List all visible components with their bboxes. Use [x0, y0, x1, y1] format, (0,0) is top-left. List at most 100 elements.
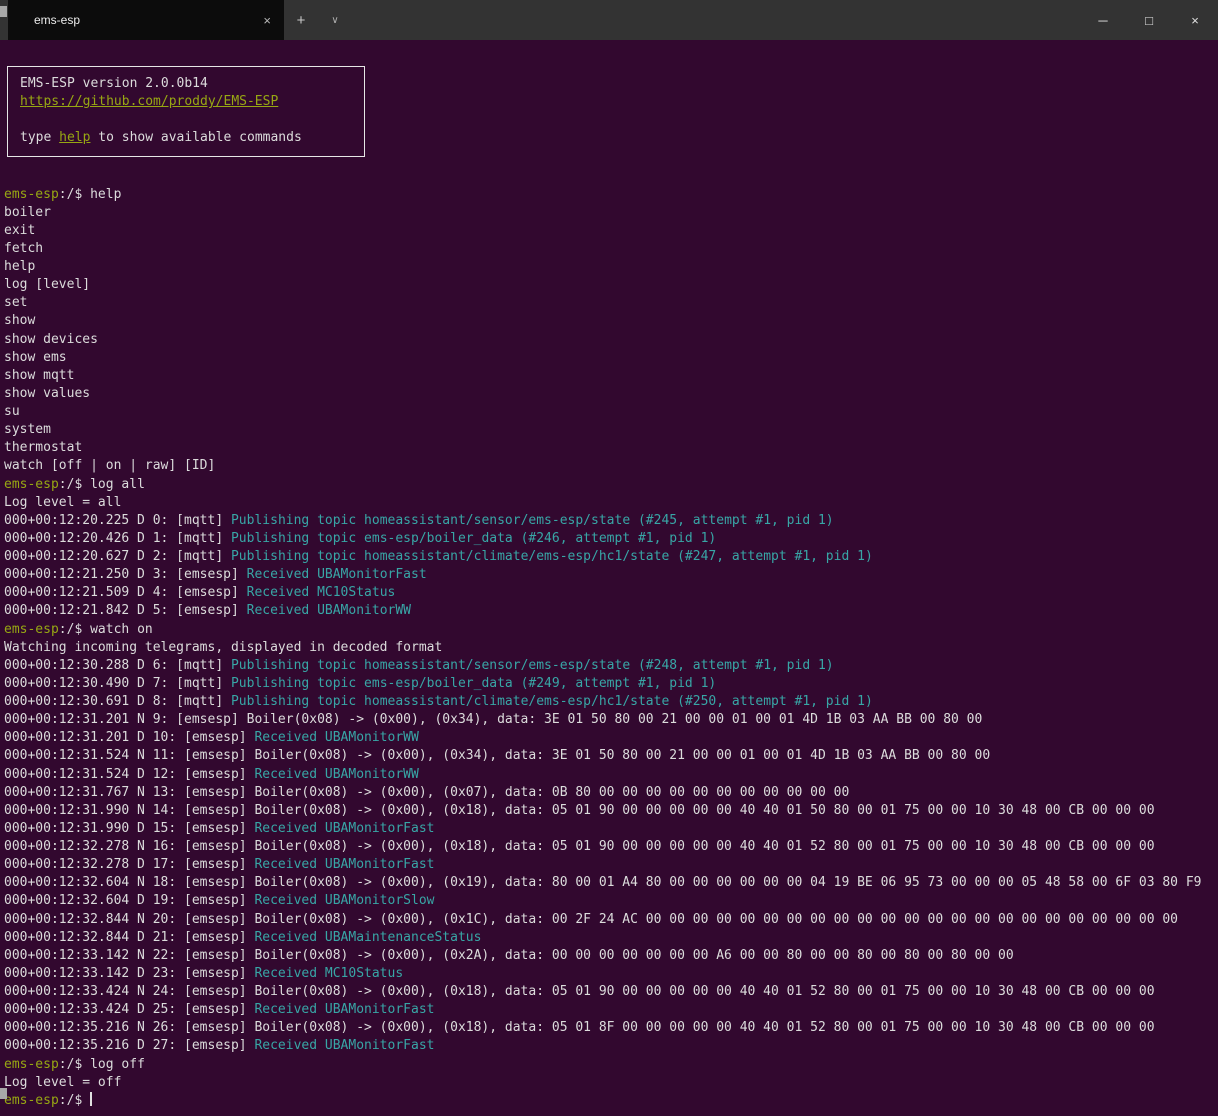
terminal-line: 000+00:12:32.844 N 20: [emsesp] Boiler(0…	[4, 911, 1218, 929]
terminal-text: Received UBAMonitorFast	[254, 1038, 434, 1053]
terminal-line: 000+00:12:31.767 N 13: [emsesp] Boiler(0…	[4, 784, 1218, 802]
terminal-line: 000+00:12:33.424 N 24: [emsesp] Boiler(0…	[4, 983, 1218, 1001]
terminal-text: show	[4, 313, 35, 328]
terminal-text: 000+00:12:32.844 D 21: [emsesp]	[4, 930, 254, 945]
terminal-text: 000+00:12:33.424 D 25: [emsesp]	[4, 1002, 254, 1017]
terminal-text: :/$ watch on	[59, 622, 153, 637]
github-link[interactable]: https://github.com/proddy/EMS-ESP	[20, 94, 278, 109]
tab-ems-esp[interactable]: ems-esp ×	[8, 0, 284, 40]
terminal-text: ems-esp	[4, 622, 59, 637]
terminal-text: Received UBAMaintenanceStatus	[254, 930, 481, 945]
terminal-text: 000+00:12:20.627 D 2: [mqtt]	[4, 549, 231, 564]
banner-tip: type help to show available commands	[20, 129, 364, 147]
terminal-text: show devices	[4, 332, 98, 347]
terminal-line: su	[4, 403, 1218, 421]
maximize-button[interactable]: □	[1126, 0, 1172, 40]
terminal-cursor	[90, 1092, 92, 1106]
titlebar-drag-area[interactable]	[352, 0, 1080, 40]
terminal-text: 000+00:12:33.424 N 24: [emsesp] Boiler(0…	[4, 984, 1155, 999]
terminal-text: ems-esp	[4, 1057, 59, 1072]
terminal-text: log [level]	[4, 277, 90, 292]
terminal-line: log [level]	[4, 276, 1218, 294]
terminal-text: Received MC10Status	[247, 585, 396, 600]
terminal-line: exit	[4, 222, 1218, 240]
terminal-text: Watching incoming telegrams, displayed i…	[4, 640, 442, 655]
terminal-text: Received UBAMonitorFast	[254, 1002, 434, 1017]
banner-box: EMS-ESP version 2.0.0b14 https://github.…	[7, 66, 365, 157]
terminal-line: Log level = all	[4, 494, 1218, 512]
terminal-line: 000+00:12:21.842 D 5: [emsesp] Received …	[4, 602, 1218, 620]
terminal-text: :/$ log all	[59, 477, 145, 492]
banner-tip-prefix: type	[20, 130, 59, 145]
terminal-line: set	[4, 294, 1218, 312]
terminal-content[interactable]: EMS-ESP version 2.0.0b14 https://github.…	[0, 40, 1218, 1110]
terminal-line: ems-esp:/$ watch on	[4, 621, 1218, 639]
terminal-line: 000+00:12:32.278 N 16: [emsesp] Boiler(0…	[4, 838, 1218, 856]
terminal-line: show	[4, 312, 1218, 330]
left-edge-artifact-top	[0, 6, 7, 17]
terminal-text: 000+00:12:21.842 D 5: [emsesp]	[4, 603, 247, 618]
terminal-line: 000+00:12:31.990 D 15: [emsesp] Received…	[4, 820, 1218, 838]
terminal-text: Log level = off	[4, 1075, 121, 1090]
terminal-text: 000+00:12:30.691 D 8: [mqtt]	[4, 694, 231, 709]
terminal-text: 000+00:12:32.604 N 18: [emsesp] Boiler(0…	[4, 875, 1201, 890]
terminal-text: :/$ help	[59, 187, 122, 202]
terminal-text: Publishing topic ems-esp/boiler_data (#2…	[231, 531, 716, 546]
terminal-line: thermostat	[4, 439, 1218, 457]
terminal-line: 000+00:12:35.216 N 26: [emsesp] Boiler(0…	[4, 1019, 1218, 1037]
terminal-text: ems-esp	[4, 1093, 59, 1108]
banner-tip-suffix: to show available commands	[90, 130, 301, 145]
terminal-text: 000+00:12:35.216 D 27: [emsesp]	[4, 1038, 254, 1053]
terminal-text: 000+00:12:30.288 D 6: [mqtt]	[4, 658, 231, 673]
terminal-line: ems-esp:/$ help	[4, 186, 1218, 204]
terminal-text: 000+00:12:20.426 D 1: [mqtt]	[4, 531, 231, 546]
new-tab-button[interactable]: +	[284, 0, 318, 40]
terminal-line: 000+00:12:20.225 D 0: [mqtt] Publishing …	[4, 512, 1218, 530]
terminal-text: 000+00:12:31.524 D 12: [emsesp]	[4, 767, 254, 782]
terminal-text: 000+00:12:21.250 D 3: [emsesp]	[4, 567, 247, 582]
terminal-line: fetch	[4, 240, 1218, 258]
terminal-text: 000+00:12:20.225 D 0: [mqtt]	[4, 513, 231, 528]
terminal-line: 000+00:12:32.604 D 19: [emsesp] Received…	[4, 892, 1218, 910]
terminal-line: show mqtt	[4, 367, 1218, 385]
terminal-text: 000+00:12:31.524 N 11: [emsesp] Boiler(0…	[4, 748, 990, 763]
terminal-line: 000+00:12:31.990 N 14: [emsesp] Boiler(0…	[4, 802, 1218, 820]
terminal-text: 000+00:12:31.767 N 13: [emsesp] Boiler(0…	[4, 785, 849, 800]
terminal-text: 000+00:12:33.142 D 23: [emsesp]	[4, 966, 254, 981]
terminal-text: show ems	[4, 350, 67, 365]
terminal-text: :/$ log off	[59, 1057, 145, 1072]
terminal-line: boiler	[4, 204, 1218, 222]
terminal-line: 000+00:12:33.424 D 25: [emsesp] Received…	[4, 1001, 1218, 1019]
terminal-text: watch [off | on | raw] [ID]	[4, 458, 215, 473]
terminal-text: 000+00:12:33.142 N 22: [emsesp] Boiler(0…	[4, 948, 1014, 963]
tab-close-icon[interactable]: ×	[258, 13, 276, 28]
minimize-button[interactable]: ─	[1080, 0, 1126, 40]
terminal-text: 000+00:12:32.278 N 16: [emsesp] Boiler(0…	[4, 839, 1155, 854]
help-command-link[interactable]: help	[59, 130, 90, 145]
tab-title: ems-esp	[34, 13, 258, 27]
terminal-line: ems-esp:/$ log off	[4, 1056, 1218, 1074]
terminal-line: show ems	[4, 349, 1218, 367]
terminal-text: Received UBAMonitorWW	[247, 603, 411, 618]
terminal-window: ems-esp × + ∨ ─ □ × EMS-ESP version 2.0.…	[0, 0, 1218, 1116]
terminal-text: 000+00:12:31.990 N 14: [emsesp] Boiler(0…	[4, 803, 1155, 818]
terminal-line: ems-esp:/$	[4, 1092, 1218, 1110]
terminal-text: exit	[4, 223, 35, 238]
terminal-text: Received UBAMonitorFast	[247, 567, 427, 582]
close-button[interactable]: ×	[1172, 0, 1218, 40]
terminal-text: Received MC10Status	[254, 966, 403, 981]
terminal-text: 000+00:12:32.604 D 19: [emsesp]	[4, 893, 254, 908]
tab-dropdown-button[interactable]: ∨	[318, 0, 352, 40]
banner-title: EMS-ESP version 2.0.0b14	[20, 75, 364, 93]
terminal-text: 000+00:12:31.201 D 10: [emsesp]	[4, 730, 254, 745]
terminal-line: 000+00:12:32.844 D 21: [emsesp] Received…	[4, 929, 1218, 947]
terminal-line: watch [off | on | raw] [ID]	[4, 457, 1218, 475]
terminal-text: Publishing topic homeassistant/climate/e…	[231, 694, 873, 709]
terminal-text: boiler	[4, 205, 51, 220]
terminal-text: 000+00:12:31.990 D 15: [emsesp]	[4, 821, 254, 836]
terminal-text: :/$	[59, 1093, 90, 1108]
terminal-line: 000+00:12:31.201 D 10: [emsesp] Received…	[4, 729, 1218, 747]
terminal-line: 000+00:12:20.426 D 1: [mqtt] Publishing …	[4, 530, 1218, 548]
banner-blank-line	[20, 111, 364, 129]
titlebar[interactable]: ems-esp × + ∨ ─ □ ×	[0, 0, 1218, 40]
